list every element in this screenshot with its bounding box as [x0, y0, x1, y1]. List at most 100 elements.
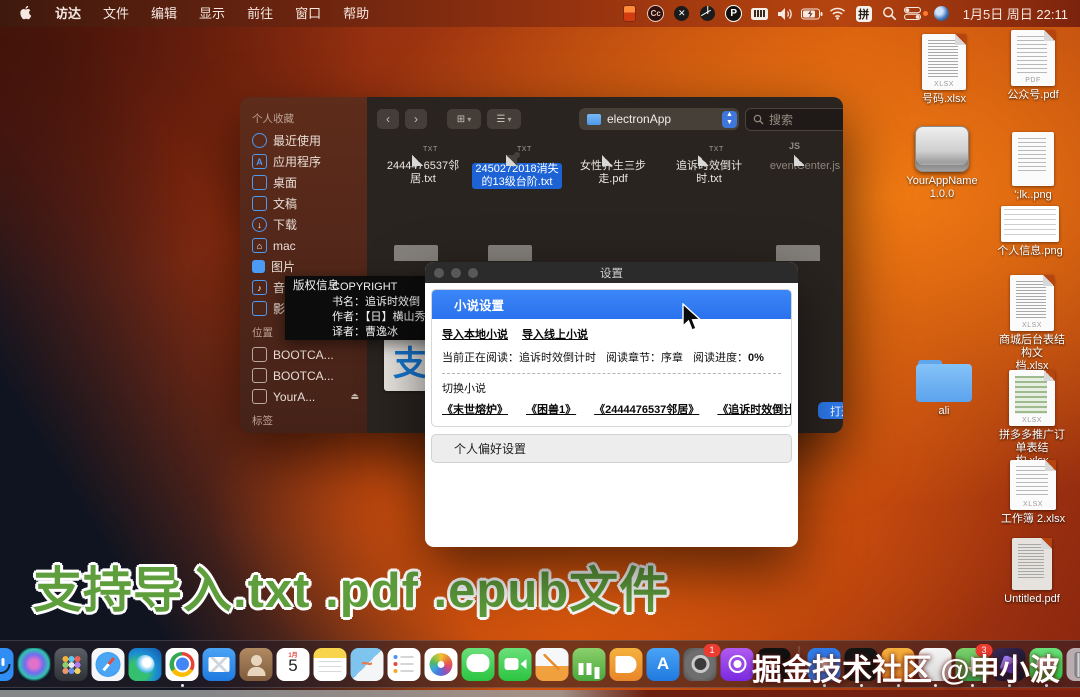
preview-dock-icon[interactable]: ~ — [351, 648, 384, 681]
menu-go[interactable]: 前往 — [236, 0, 284, 27]
eject-icon[interactable]: ⏏ — [350, 391, 359, 402]
search-field[interactable]: 搜索 — [745, 108, 843, 131]
notes-dock-icon[interactable] — [314, 648, 347, 681]
apple-menu-icon[interactable] — [14, 6, 44, 22]
back-button[interactable]: ‹ — [377, 109, 399, 129]
contacts-dock-icon[interactable] — [240, 648, 273, 681]
dialog-title: 设置 — [425, 265, 798, 281]
desktop-icon[interactable]: Untitled.pdf — [996, 538, 1068, 606]
desktop-icon[interactable]: PDF 公众号.pdf — [997, 30, 1069, 102]
system-settings-dock-icon[interactable]: 1 — [684, 648, 717, 681]
dialog-titlebar[interactable]: 设置 — [425, 262, 798, 283]
book-link[interactable]: 《末世熔炉》 — [442, 401, 508, 417]
segmented-circle-icon[interactable] — [695, 0, 721, 27]
keyboard-icon[interactable] — [747, 0, 773, 27]
import-online-link[interactable]: 导入线上小说 — [522, 326, 588, 342]
novel-settings-panel: 小说设置 导入本地小说 导入线上小说 当前正在阅读：追诉时效倒计时 阅读章节：序… — [431, 289, 792, 427]
x-app-icon[interactable]: ✕ — [669, 0, 695, 27]
books-dock-icon[interactable] — [610, 648, 643, 681]
menu-window[interactable]: 窗口 — [284, 0, 332, 27]
desktop-icon[interactable]: ';lk..png — [997, 132, 1069, 202]
book-link[interactable]: 《困兽1》 — [526, 401, 576, 417]
drive-icon — [252, 347, 267, 362]
wifi-icon[interactable] — [825, 0, 851, 27]
safari-dock-icon[interactable] — [92, 648, 125, 681]
download-icon: ↓ — [252, 217, 267, 232]
menu-clock[interactable]: 1月5日 周日 22:11 — [955, 4, 1068, 23]
menu-edit[interactable]: 编辑 — [140, 0, 188, 27]
trash-dock-icon[interactable] — [1067, 648, 1080, 681]
sidebar-item-bootcamp1[interactable]: BOOTCA... — [252, 344, 367, 365]
icon-view-button[interactable]: ⊞▾ — [447, 109, 481, 129]
open-button[interactable]: 打开 — [818, 402, 843, 419]
app-store-dock-icon[interactable]: A — [647, 648, 680, 681]
sidebar-item-tag-red[interactable]: 红色 — [252, 432, 367, 433]
sidebar-section-tags: 标签 — [252, 413, 367, 428]
preferences-header[interactable]: 个人偏好设置 — [431, 434, 792, 463]
reminders-dock-icon[interactable] — [388, 648, 421, 681]
sidebar-item-recents[interactable]: 最近使用 — [252, 130, 367, 151]
import-local-link[interactable]: 导入本地小说 — [442, 326, 508, 342]
desktop-icon-folder[interactable]: ali — [908, 360, 980, 418]
desktop-icon[interactable]: 个人信息.png — [994, 206, 1066, 258]
desktop-icon[interactable]: XLSX 号码.xlsx — [908, 34, 980, 106]
menu-app-name[interactable]: 访达 — [44, 0, 92, 27]
desktop-icon[interactable]: YourAppName 1.0.0 — [906, 126, 978, 201]
group-view-button[interactable]: ☰▾ — [487, 109, 521, 129]
sidebar-item-pictures[interactable]: 图片 — [252, 256, 367, 277]
sidebar-item-applications[interactable]: A应用程序 — [252, 151, 367, 172]
applications-icon: A — [252, 154, 267, 169]
pdf-file-icon — [1012, 538, 1052, 590]
file-item[interactable]: 女性养生三步 走.pdf — [567, 155, 659, 186]
messages-dock-icon[interactable] — [462, 648, 495, 681]
chrome-dock-icon[interactable] — [166, 648, 199, 681]
folder-dropdown[interactable]: electronApp ▲▼ — [579, 108, 739, 130]
desktop: 访达 文件 编辑 显示 前往 窗口 帮助 Cc ✕ P 拼 — [0, 0, 1080, 697]
sidebar-item-desktop[interactable]: 桌面 — [252, 172, 367, 193]
calendar-dock-icon[interactable]: 1月5 — [277, 648, 310, 681]
pinyin-input-icon[interactable]: 拼 — [851, 0, 877, 27]
battery-icon[interactable] — [799, 0, 825, 27]
file-item-selected[interactable]: TXT 2450272018消失 的13级台阶.txt — [471, 152, 563, 189]
menu-help[interactable]: 帮助 — [332, 0, 380, 27]
book-link[interactable]: 《追诉时效倒计时》 — [717, 401, 792, 417]
siri-dock-icon[interactable] — [18, 648, 51, 681]
sidebar-item-yourapp-volume[interactable]: YourA...⏏ — [252, 386, 367, 407]
file-item[interactable]: JS eventCenter.js — [759, 155, 843, 173]
pages-dock-icon[interactable] — [536, 648, 569, 681]
numbers-dock-icon[interactable] — [573, 648, 606, 681]
file-icon-partial — [394, 245, 438, 261]
parallels-icon[interactable]: P — [721, 0, 747, 27]
mail-dock-icon[interactable] — [203, 648, 236, 681]
desktop-icon[interactable]: XLSX 拼多多推广订单表结 构.xlsx — [996, 370, 1068, 468]
forward-button[interactable]: › — [405, 109, 427, 129]
podcasts-dock-icon[interactable] — [721, 648, 754, 681]
adobe-cc-icon[interactable]: Cc — [643, 0, 669, 27]
desktop-icon[interactable]: XLSX 工作簿 2.xlsx — [997, 460, 1069, 526]
edge-dock-icon[interactable] — [129, 648, 162, 681]
sidebar-item-home[interactable]: ⌂mac — [252, 235, 367, 256]
facetime-dock-icon[interactable] — [499, 648, 532, 681]
menu-view[interactable]: 显示 — [188, 0, 236, 27]
notification-dot — [923, 11, 928, 16]
sidebar-item-bootcamp2[interactable]: BOOTCA... — [252, 365, 367, 386]
control-center-icon[interactable] — [903, 0, 929, 27]
dropdown-chevrons-icon: ▲▼ — [722, 111, 737, 128]
volume-icon[interactable] — [773, 0, 799, 27]
app-stacks-icon[interactable] — [617, 0, 643, 27]
launchpad-dock-icon[interactable] — [55, 648, 88, 681]
sidebar-item-downloads[interactable]: ↓下载 — [252, 214, 367, 235]
xlsx-file-icon: XLSX — [1010, 460, 1056, 510]
file-item[interactable]: TXT 追诉时效倒计 时.txt — [663, 155, 755, 186]
music-icon: ♪ — [252, 280, 267, 295]
desktop-icon[interactable]: XLSX 商城后台表结构文 档.xlsx — [996, 275, 1068, 373]
file-item[interactable]: TXT 2444476537邻 居.txt — [377, 155, 469, 186]
book-link[interactable]: 《2444476537邻居》 — [594, 401, 699, 417]
search-icon[interactable] — [877, 0, 903, 27]
menu-file[interactable]: 文件 — [92, 0, 140, 27]
globe-icon[interactable] — [929, 0, 955, 27]
finder-dock-icon[interactable] — [0, 648, 14, 681]
photos-dock-icon[interactable] — [425, 648, 458, 681]
sidebar-item-documents[interactable]: 文稿 — [252, 193, 367, 214]
novel-settings-header[interactable]: 小说设置 — [432, 290, 791, 319]
